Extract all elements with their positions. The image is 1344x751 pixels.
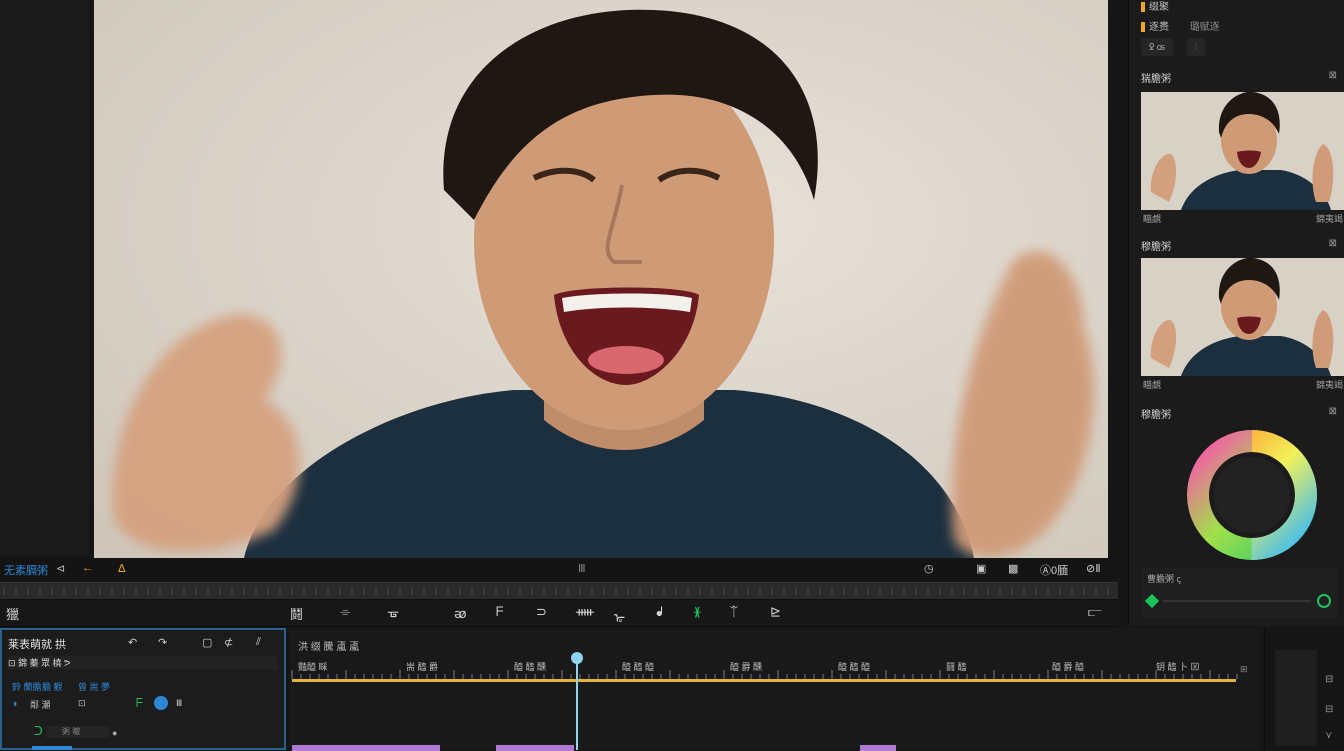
track-row-4-icon[interactable]: ● xyxy=(112,728,117,738)
section1-title: 猯膽粥 xyxy=(1141,74,1171,85)
inspector-chip-right[interactable]: ⫶ xyxy=(1187,38,1206,56)
thumbnail-1-caption-right: 錦夷竭 xyxy=(1315,214,1343,224)
track-row-2c[interactable]: 曾 耑 夢 xyxy=(78,680,110,693)
clip-2[interactable] xyxy=(496,745,574,751)
track-toggle-icon[interactable] xyxy=(154,696,168,710)
tool-10[interactable]: ᚕ xyxy=(694,604,700,620)
status-item-4[interactable]: Ⓐ0腼 xyxy=(1040,562,1068,578)
undo-icon[interactable]: ↶ xyxy=(128,636,137,649)
slider-diamond-icon[interactable] xyxy=(1144,593,1160,609)
meter-icon[interactable]: ⊟ xyxy=(1325,704,1333,715)
inspector-chip-left[interactable]: ꝿ ꭀ xyxy=(1141,38,1174,56)
viewer-scrubber[interactable] xyxy=(0,582,1118,600)
tool-1[interactable]: 鬪 xyxy=(290,604,303,623)
section-menu-icon[interactable]: ⊠ xyxy=(1329,70,1337,81)
inspector-row-2[interactable]: 逐赉 璐赋逐 xyxy=(1141,18,1220,33)
status-item-2[interactable]: ▣ xyxy=(976,562,986,575)
thumbnail-1-caption-left: 瞄覷 xyxy=(1143,214,1162,224)
tool-9[interactable]: ᖱ xyxy=(656,604,663,620)
tool-5[interactable]: ᖴ xyxy=(496,604,504,620)
inspector-row-2-label: 逐赉 xyxy=(1149,22,1169,33)
slider-track[interactable] xyxy=(1163,600,1311,602)
color-wheel-graphic xyxy=(1187,430,1317,560)
slider-label: 曹膽粥 ꞔ xyxy=(1147,574,1181,584)
track-row-2b[interactable]: 膽 觀 xyxy=(42,680,63,693)
status-item-3[interactable]: ▩ xyxy=(1008,562,1018,575)
inspector-row-1-label: 缀聚 xyxy=(1149,2,1169,13)
inspector-row-1[interactable]: 缀聚 xyxy=(1141,0,1169,13)
viewer-center-label: Ⅲ xyxy=(578,563,586,575)
track-row-3e[interactable]: Ⅲ xyxy=(176,698,182,709)
clip-1[interactable] xyxy=(292,745,440,751)
audio-meter xyxy=(1275,650,1317,746)
marker-icon xyxy=(1141,2,1145,13)
audio-meter-panel: ⊟ ⊟ ⋎ xyxy=(1264,628,1344,750)
marker-c[interactable]: ᐃ xyxy=(118,562,126,575)
track-row-3a[interactable]: ◗ xyxy=(12,698,19,710)
playhead[interactable] xyxy=(576,656,578,750)
thumbnail-2-image xyxy=(1141,258,1344,376)
track-row-1-field[interactable] xyxy=(114,656,278,670)
track-row-3d[interactable]: ᖴ xyxy=(136,696,143,711)
split-icon[interactable]: ⫽ xyxy=(256,636,261,649)
marker-b[interactable]: ← xyxy=(82,562,93,574)
section3-title: 穆膽粥 xyxy=(1141,410,1171,421)
track-row-3c[interactable]: ⊡ xyxy=(78,698,86,709)
color-wheel[interactable] xyxy=(1187,430,1317,563)
tool-7[interactable]: ᚔ xyxy=(576,604,594,620)
thumbnail-2[interactable] xyxy=(1141,258,1344,376)
timeline-work-area-bar[interactable] xyxy=(292,679,1236,682)
frame-icon[interactable]: ▢ xyxy=(202,636,212,649)
meter-icon[interactable]: ⊟ xyxy=(1325,674,1333,685)
clip-3[interactable] xyxy=(860,745,896,751)
track-panel-title: 莱表萌就 拱 xyxy=(8,639,67,651)
redo-icon[interactable]: ↷ xyxy=(158,636,167,649)
track-row-4a[interactable]: ᑐ xyxy=(34,724,43,738)
tool-6[interactable]: ⊃ xyxy=(536,604,547,620)
tool-2[interactable]: ⌯ xyxy=(340,604,350,620)
scrubber-ticks xyxy=(3,587,1109,595)
marker-a[interactable]: ⊲ xyxy=(56,562,65,575)
toolbar-right-tool[interactable]: ⫍ xyxy=(1088,604,1102,620)
section-menu-icon[interactable]: ⊠ xyxy=(1329,238,1337,249)
tool-4[interactable]: ꭁ xyxy=(454,604,466,622)
thumbnail-1[interactable] xyxy=(1141,92,1344,210)
tool-12[interactable]: ⊵ xyxy=(770,604,781,620)
marker-icon xyxy=(1141,22,1145,33)
inspector-row-2-value: 璐赋逐 xyxy=(1189,22,1220,33)
left-sidebar xyxy=(0,0,91,556)
status-item-5[interactable]: ⊘Ⅱ xyxy=(1086,562,1101,575)
timeline-header: 洪 缀 騰 颪 颪 xyxy=(298,642,360,653)
track-row-1[interactable]: ⊡ 錦 蓁 眾 橈 ᕗ xyxy=(8,656,118,669)
track-row-4b[interactable]: 粥 嗷 xyxy=(46,726,110,738)
preview-viewer[interactable] xyxy=(94,0,1108,558)
status-item-1[interactable]: ◷ xyxy=(924,562,934,575)
track-properties-panel: 莱表萌就 拱 ↶ ↷ ▢ ⊄ ⫽ ⊡ 錦 蓁 眾 橈 ᕗ 鈴 蘭膽 膽 觀 曾 … xyxy=(0,628,286,750)
slider-panel: 曹膽粥 ꞔ xyxy=(1141,568,1337,618)
timeline[interactable]: 洪 缀 騰 颪 颪 豔醯 睬 耑 醯 爵 醯 醯 醺 醯 醯 醯 醯 爵 醺 醯… xyxy=(290,628,1260,751)
slider-enable-icon[interactable] xyxy=(1317,594,1331,608)
track-selection-bar xyxy=(32,746,72,750)
section2-title: 穆膽粥 xyxy=(1141,242,1171,253)
meter-icon[interactable]: ⋎ xyxy=(1325,730,1332,741)
edit-toolbar: 獵 鬪 ⌯ ᚗ ꭁ ᖴ ⊃ ᚔ ᢛ ᖱ ᚕ ᛠ ⊵ ⫍ xyxy=(0,600,1118,627)
section-menu-icon[interactable]: ⊠ xyxy=(1329,406,1337,417)
playhead-handle[interactable] xyxy=(571,652,583,664)
track-row-3b: 鄰 瀬 xyxy=(30,700,51,710)
timeline-side-icon[interactable]: ⊞ xyxy=(1240,664,1250,678)
tool-8[interactable]: ᢛ xyxy=(614,604,625,627)
thumbnail-2-caption-left: 瞄覷 xyxy=(1143,380,1162,390)
tool-11[interactable]: ᛠ xyxy=(730,604,738,619)
tool-3[interactable]: ᚗ xyxy=(388,604,398,620)
viewer-status-bar: 无素膈粥 ⊲ ← ᐃ Ⅲ ◷ ▣ ▩ Ⓐ0腼 ⊘Ⅱ xyxy=(0,558,1110,580)
subset-icon[interactable]: ⊄ xyxy=(224,636,233,649)
preview-frame-image xyxy=(94,0,1108,558)
thumbnail-1-image xyxy=(1141,92,1344,210)
inspector-panel: 缀聚 逐赉 璐赋逐 ꝿ ꭀ ⫶ 猯膽粥 ⊠ 瞄覷 錦夷竭 穆膽粥 ⊠ 瞄覷 錦夷… xyxy=(1128,0,1344,626)
toolbar-left-tool[interactable]: 獵 xyxy=(6,604,19,623)
thumbnail-2-caption-right: 錦夷竭 xyxy=(1315,380,1343,390)
viewer-title: 无素膈粥 xyxy=(4,565,48,577)
track-row-2a[interactable]: 鈴 蘭膽 xyxy=(12,680,42,693)
